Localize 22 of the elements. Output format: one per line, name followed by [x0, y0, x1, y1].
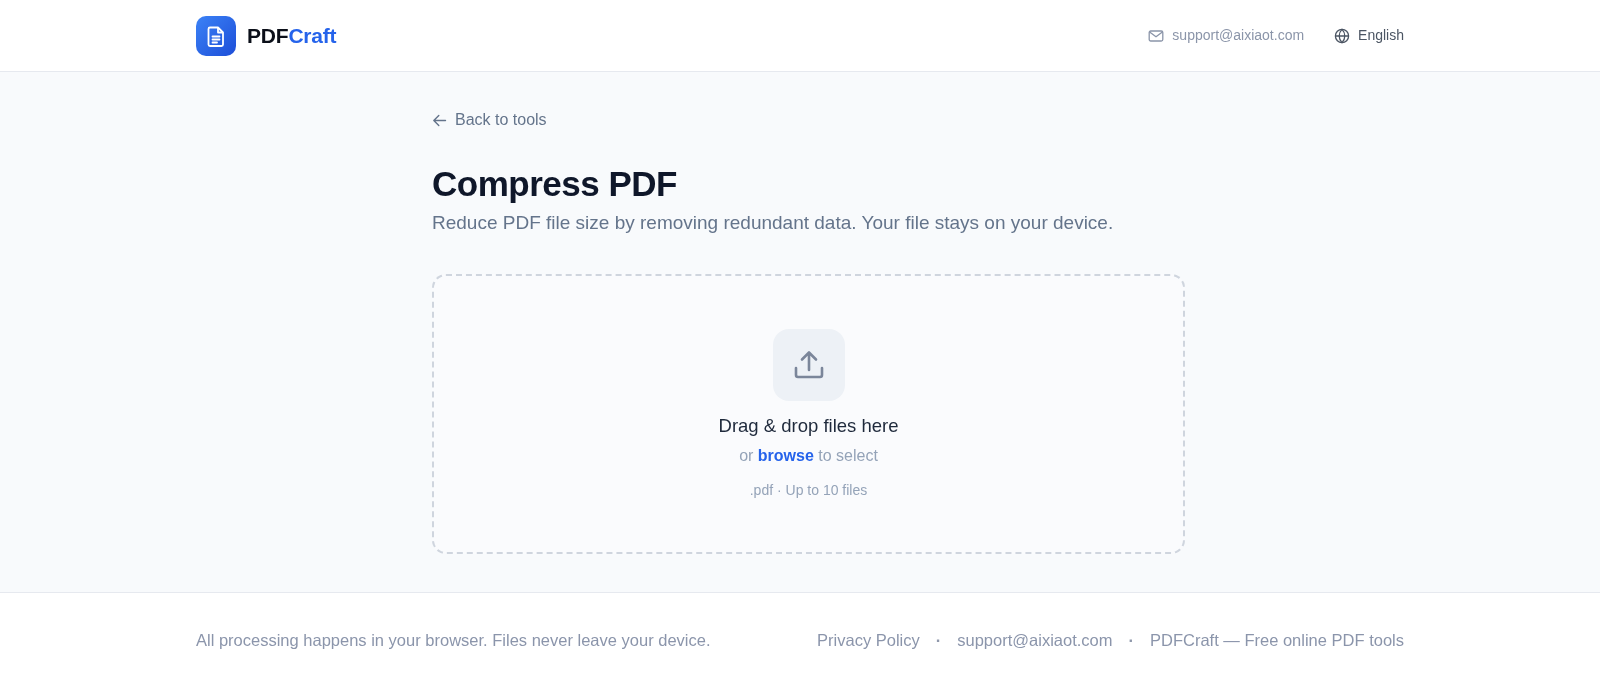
- file-drop-zone[interactable]: Drag & drop files here or browse to select .pdf · Up to 10 files: [432, 273, 1185, 554]
- file-limits-text: .pdf · Up to 10 files: [749, 480, 868, 499]
- drop-heading: Drag & drop files here: [718, 413, 899, 438]
- email-link[interactable]: support@aixiaot.com: [1172, 25, 1305, 46]
- arrow-left-icon: [432, 112, 447, 128]
- mail-icon: [1148, 27, 1165, 44]
- page-subtitle: Reduce PDF file size by removing redundant data. Your file stays on your device.: [432, 210, 1115, 235]
- privacy-note: All processing happens in your browser. Files never leave your device.: [196, 629, 711, 651]
- page-title: Compress PDF: [432, 162, 678, 204]
- browse-hint: or browse to select: [739, 445, 878, 466]
- footer-link[interactable]: support@aixiaot.com: [957, 628, 1113, 651]
- document-icon: [196, 15, 236, 56]
- back-link[interactable]: Back to tools: [432, 108, 547, 132]
- separator-dot: ·: [935, 629, 942, 651]
- separator-dot: ·: [1128, 629, 1134, 651]
- logo-text[interactable]: PDFCraft: [247, 19, 337, 52]
- browse-link[interactable]: browse: [757, 446, 814, 464]
- footer-link[interactable]: Privacy Policy: [817, 628, 920, 651]
- upload-icon: [772, 328, 845, 401]
- globe-icon: [1334, 27, 1351, 44]
- language-button[interactable]: English: [1334, 25, 1404, 46]
- footer-tagline: PDFCraft — Free online PDF tools: [1150, 629, 1404, 651]
